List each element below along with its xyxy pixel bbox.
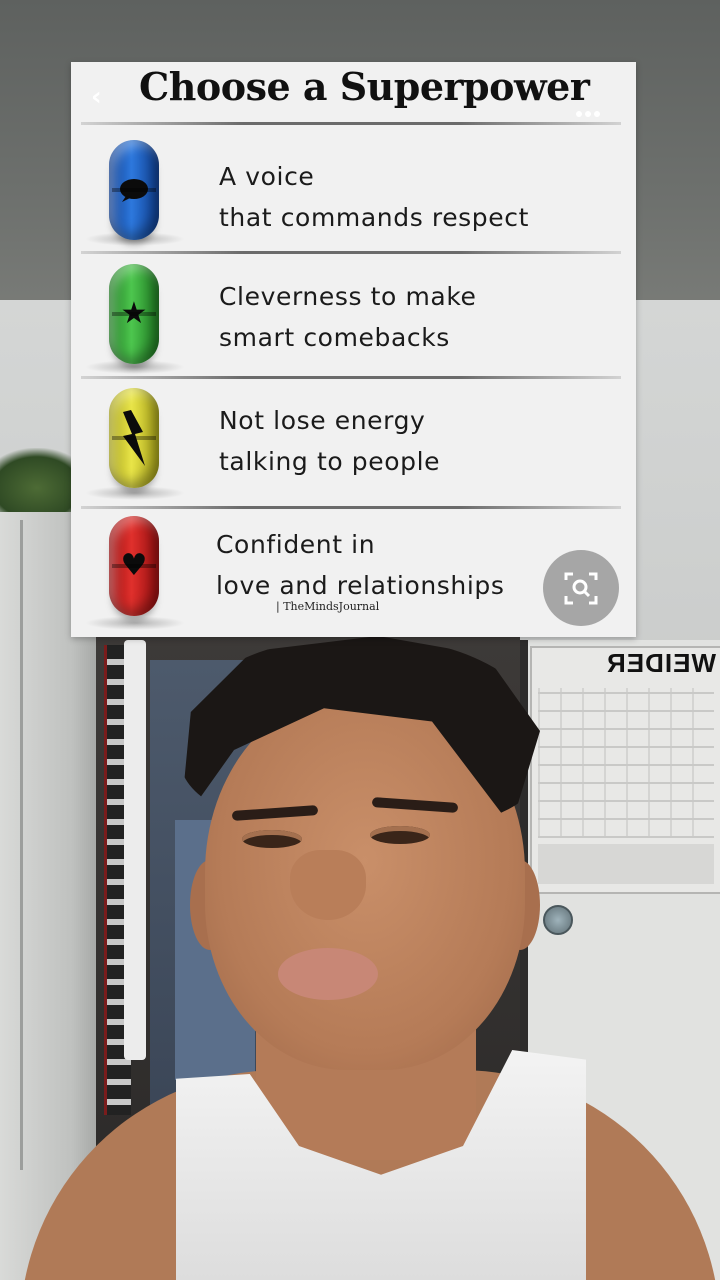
workout-poster: WEIDER: [530, 646, 720, 894]
option-label: A voice that commands respect: [219, 156, 599, 238]
card-header: ‹ Choose a Superpower: [71, 62, 636, 122]
superpower-filter-card: ‹ Choose a Superpower A voice that comma…: [71, 62, 636, 637]
option-cleverness[interactable]: ★ Cleverness to make smart comebacks: [71, 254, 636, 376]
cabinet-edge: [20, 520, 23, 1170]
option-energy[interactable]: Not lose energy talking to people: [71, 380, 636, 502]
hanging-strap: [124, 640, 146, 1060]
divider: [81, 122, 621, 125]
person-eye-left: [242, 830, 302, 848]
card-title: Choose a Superpower: [139, 64, 590, 109]
poster-exercise-grid: [538, 688, 714, 838]
more-dots-icon[interactable]: [576, 102, 606, 117]
image-search-button[interactable]: [543, 550, 619, 626]
heart-icon: ♥: [120, 548, 148, 583]
person-nose: [290, 850, 366, 920]
option-label: Cleverness to make smart comebacks: [219, 276, 599, 358]
blue-pill: [109, 140, 159, 240]
option-label: Not lose energy talking to people: [219, 400, 599, 482]
person-lips: [278, 948, 378, 1000]
option-line-2: talking to people: [219, 447, 441, 476]
pill-shadow: [85, 486, 185, 500]
person-eye-right: [370, 826, 430, 844]
option-line-1: A voice: [219, 162, 315, 191]
poster-footer: [538, 844, 714, 884]
red-pill: ♥: [109, 516, 159, 616]
image-search-icon: [564, 572, 598, 605]
divider: [81, 376, 621, 379]
option-line-1: Not lose energy: [219, 406, 426, 435]
chevron-left-icon[interactable]: ‹: [91, 84, 107, 110]
divider: [81, 506, 621, 509]
option-line-2: love and relationships: [216, 571, 505, 600]
pill-shadow: [85, 616, 185, 630]
option-line-1: Cleverness to make: [219, 282, 477, 311]
watermark: | TheMindsJournal: [276, 600, 380, 613]
option-label: Confident in love and relationships: [216, 524, 596, 606]
option-line-1: Confident in: [216, 530, 376, 559]
star-icon: ★: [120, 296, 148, 331]
poster-heading: WEIDER: [606, 648, 716, 678]
option-line-2: that commands respect: [219, 203, 529, 232]
option-line-2: smart comebacks: [219, 323, 450, 352]
yellow-pill: [109, 388, 159, 488]
door-knob: [543, 905, 573, 935]
option-voice[interactable]: A voice that commands respect: [71, 126, 636, 248]
lightning-icon: [109, 388, 159, 488]
green-pill: ★: [109, 264, 159, 364]
speech-bubble-icon: [109, 140, 159, 240]
